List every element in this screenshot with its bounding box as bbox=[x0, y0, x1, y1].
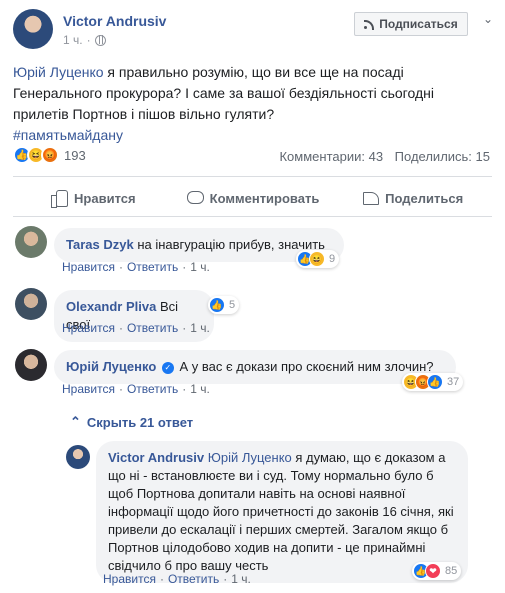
thumbs-up-icon bbox=[50, 189, 69, 208]
comment-reply-link[interactable]: Ответить bbox=[127, 321, 178, 335]
subscribe-button[interactable]: Подписаться bbox=[354, 12, 468, 36]
comment-label: Комментировать bbox=[209, 190, 320, 206]
hashtag-link[interactable]: #памятьмайдану bbox=[13, 127, 123, 143]
comment-time[interactable]: 1 ч. bbox=[190, 260, 210, 274]
comment-reactions[interactable]: 👍 😆 9 bbox=[296, 250, 340, 268]
comments-count-link[interactable]: Комментарии: 43 bbox=[279, 149, 383, 164]
comment-text: на інавгурацію прибув, значить bbox=[137, 237, 325, 252]
divider bbox=[13, 216, 492, 217]
like-button[interactable]: Нравится bbox=[13, 183, 173, 213]
post-meta: 1 ч. · bbox=[63, 33, 106, 47]
love-reaction-icon: ❤ bbox=[425, 563, 441, 579]
post-text: Юрій Луценко я правильно розумію, що ви … bbox=[13, 62, 493, 146]
post-reactions[interactable]: 👍 😆 😡 193 bbox=[13, 146, 86, 164]
comment-text: А у вас є докази про скоєний ним злочин? bbox=[179, 359, 434, 374]
reply-reactions[interactable]: 👍 ❤ 85 bbox=[412, 562, 462, 580]
comment-time[interactable]: 1 ч. bbox=[190, 382, 210, 396]
comment-button[interactable]: Комментировать bbox=[173, 183, 333, 213]
reply-bubble: Victor Andrusiv Юрій Луценко я думаю, що… bbox=[96, 441, 468, 583]
comment-meta: Нравится · Ответить · 1 ч. bbox=[62, 321, 210, 335]
comment-bubble: Юрій Луценко ✓ А у вас є докази про скоє… bbox=[54, 350, 456, 384]
comment-meta: Нравится · Ответить · 1 ч. bbox=[62, 260, 210, 274]
reply-text: я думаю, що є доказом а що ні - встановл… bbox=[108, 450, 454, 573]
comment-time[interactable]: 1 ч. bbox=[190, 321, 210, 335]
share-label: Поделиться bbox=[385, 190, 464, 206]
reply-reaction-count: 85 bbox=[445, 565, 458, 577]
reply-mention-link[interactable]: Юрій Луценко bbox=[208, 450, 292, 465]
post-time[interactable]: 1 ч. bbox=[63, 33, 83, 47]
comment-reply-link[interactable]: Ответить bbox=[127, 382, 178, 396]
globe-icon bbox=[94, 34, 106, 46]
like-reaction-icon: 👍 bbox=[427, 374, 443, 390]
comment-meta: Нравится · Ответить · 1 ч. bbox=[62, 382, 210, 396]
post-author-name[interactable]: Victor Andrusiv bbox=[63, 13, 166, 29]
facebook-post: Victor Andrusiv 1 ч. · Подписаться ⌄ Юрі… bbox=[0, 0, 505, 593]
post-actions-bar: Нравится Комментировать Поделиться bbox=[13, 183, 492, 213]
reply-like-link[interactable]: Нравится bbox=[103, 572, 156, 586]
reaction-count: 193 bbox=[64, 147, 86, 163]
commenter-name[interactable]: Olexandr Pliva bbox=[66, 299, 156, 314]
author-avatar[interactable] bbox=[13, 9, 53, 49]
hide-replies-link[interactable]: ⌃ Скрыть 21 ответ bbox=[70, 414, 193, 430]
reply-author-avatar[interactable] bbox=[66, 445, 90, 469]
subscribe-label: Подписаться bbox=[379, 17, 458, 31]
rss-icon bbox=[364, 19, 375, 30]
comment-like-link[interactable]: Нравится bbox=[62, 382, 115, 396]
like-reaction-icon: 👍 bbox=[209, 297, 225, 313]
share-button[interactable]: Поделиться bbox=[332, 183, 492, 213]
post-mention-link[interactable]: Юрій Луценко bbox=[13, 64, 104, 80]
shares-count-link[interactable]: Поделились: 15 bbox=[395, 149, 490, 164]
comment-reaction-count: 5 bbox=[229, 299, 236, 311]
comment-reaction-count: 9 bbox=[329, 253, 336, 265]
haha-reaction-icon: 😆 bbox=[309, 251, 325, 267]
like-label: Нравится bbox=[74, 190, 136, 206]
comment-reactions[interactable]: 👍 5 bbox=[208, 296, 240, 314]
commenter-name[interactable]: Taras Dzyk bbox=[66, 237, 134, 252]
verified-badge-icon: ✓ bbox=[161, 361, 174, 374]
chevron-up-icon: ⌃ bbox=[70, 414, 81, 429]
comment-icon bbox=[186, 189, 204, 207]
comment-like-link[interactable]: Нравится bbox=[62, 260, 115, 274]
comment-like-link[interactable]: Нравится bbox=[62, 321, 115, 335]
hide-replies-label: Скрыть 21 ответ bbox=[86, 414, 194, 430]
angry-reaction-icon: 😡 bbox=[41, 146, 59, 164]
reply-author-name[interactable]: Victor Andrusiv bbox=[108, 450, 204, 465]
commenter-avatar[interactable] bbox=[15, 288, 47, 320]
commenter-avatar[interactable] bbox=[15, 226, 47, 258]
post-options-chevron-icon[interactable]: ⌄ bbox=[483, 12, 493, 26]
comment-reactions[interactable]: 😆 😡 👍 37 bbox=[402, 373, 464, 391]
commenter-name[interactable]: Юрій Луценко bbox=[66, 359, 156, 374]
reply-reply-link[interactable]: Ответить bbox=[168, 572, 219, 586]
post-stats: Комментарии: 43 Поделились: 15 bbox=[279, 149, 490, 164]
share-icon bbox=[361, 189, 380, 207]
reply-meta: Нравится · Ответить · 1 ч. bbox=[103, 572, 251, 586]
comment-reaction-count: 37 bbox=[447, 376, 460, 388]
divider bbox=[13, 176, 492, 177]
reply-time[interactable]: 1 ч. bbox=[231, 572, 251, 586]
commenter-avatar[interactable] bbox=[15, 349, 47, 381]
comment-reply-link[interactable]: Ответить bbox=[127, 260, 178, 274]
